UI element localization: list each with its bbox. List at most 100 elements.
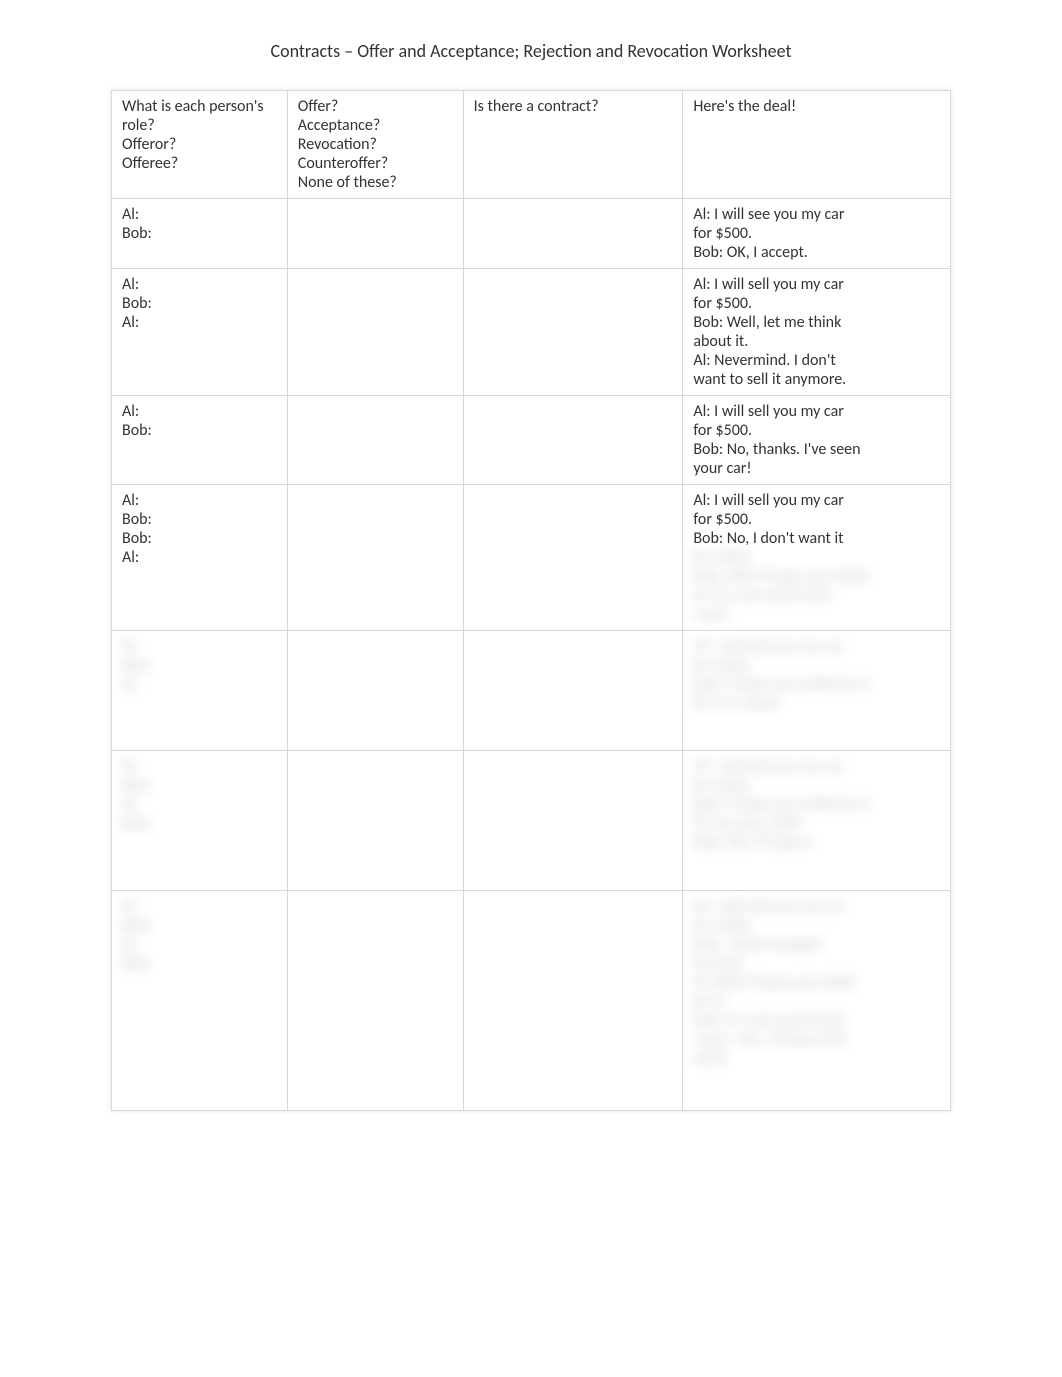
cell-text: Al: I will sell you my car: [693, 402, 940, 421]
obscured-text: Al: It's a deal!: [693, 694, 940, 713]
obscured-text: Al:: [122, 935, 277, 954]
table-row: Al: Bob: Bob: Al: Al: I will sell you my…: [112, 485, 951, 631]
header-role: What is each person's role? Offeror? Off…: [112, 91, 288, 199]
cell-text: about it.: [693, 332, 940, 351]
deal-cell: Al: I will see you my car for $500. Bob:…: [683, 199, 951, 269]
cell-text: for $500.: [693, 510, 940, 529]
deal-cell: Al: I will sell you my car for $500. Bob…: [683, 269, 951, 396]
obscured-text: Bob:: [122, 776, 277, 795]
header-text: Offer?: [298, 97, 453, 116]
obscured-text: Bob:: [122, 814, 277, 833]
table-row: Al: Bob: Al: Bob: Al: I will sell you my…: [112, 891, 951, 1111]
type-cell: [287, 485, 463, 631]
role-cell: Al: Bob: Al:: [112, 269, 288, 396]
header-text: Acceptance?: [298, 116, 453, 135]
obscured-text: Bob: I'll give you $400 for it: [693, 675, 940, 694]
contract-cell: [463, 199, 683, 269]
deal-cell: Al: I will sell you my car for $500. Bob…: [683, 485, 951, 631]
obscured-text: for that: [693, 954, 940, 973]
obscured-text: Al:: [122, 897, 277, 916]
cell-text: Bob:: [122, 510, 277, 529]
obscured-text: Al:: [122, 795, 277, 814]
cell-text: Al: I will sell you my car: [693, 275, 940, 294]
cell-text: Bob: No, I don't want it: [693, 529, 940, 548]
obscured-text: Al:: [122, 757, 277, 776]
contract-cell: [463, 485, 683, 631]
obscured-text: Al:: [122, 637, 277, 656]
header-contract: Is there a contract?: [463, 91, 683, 199]
cell-text: Bob: Well, let me think: [693, 313, 940, 332]
type-cell: [287, 396, 463, 485]
cell-text: Al: I will sell you my car: [693, 491, 940, 510]
header-text: Offeror?: [122, 135, 277, 154]
obscured-text: for it: [693, 992, 940, 1011]
cell-text: want to sell it anymore.: [693, 370, 940, 389]
obscured-text: for $500.: [693, 656, 940, 675]
type-cell: [287, 751, 463, 891]
contract-cell: [463, 396, 683, 485]
type-cell: [287, 631, 463, 751]
cell-text: for $500.: [693, 421, 940, 440]
table-header-row: What is each person's role? Offeror? Off…: [112, 91, 951, 199]
table-row: Al: Bob: Al: Al: I will sell you my car …: [112, 269, 951, 396]
obscured-text: for $500.: [693, 776, 940, 795]
role-cell: Al: Bob: Al: Bob:: [112, 751, 288, 891]
table-row: Al: Bob: Al: Bob: Al: I will sell you my…: [112, 751, 951, 891]
contract-cell: [463, 631, 683, 751]
role-cell: Al: Bob: Al: Bob:: [112, 891, 288, 1111]
type-cell: [287, 891, 463, 1111]
cell-text: your car!: [693, 459, 940, 478]
obscured-text: Bob: I'll give you $400 for it: [693, 795, 940, 814]
obscured-text: Bob:: [122, 916, 277, 935]
table-row: Al: Bob: Al: I will sell you my car for …: [112, 396, 951, 485]
cell-text: Bob:: [122, 529, 277, 548]
header-deal: Here's the deal!: [683, 91, 951, 199]
header-text: Counteroffer?: [298, 154, 453, 173]
obscured-text: Al: I will sell you my car: [693, 757, 940, 776]
obscured-text: Bob:: [122, 656, 277, 675]
deal-cell: Al: I will sell you my car for $500. Bob…: [683, 751, 951, 891]
obscured-text: Bob: It's not worth that: [693, 1011, 940, 1030]
cell-text: Al: I will see you my car: [693, 205, 940, 224]
contract-cell: [463, 269, 683, 396]
cell-text: Al:: [122, 205, 277, 224]
obscured-text: for $500.: [693, 548, 940, 567]
cell-text: Al:: [122, 402, 277, 421]
obscured-text: Al: No way, $500: [693, 814, 940, 833]
obscured-text: $500: [693, 1049, 940, 1068]
header-type: Offer? Acceptance? Revocation? Counterof…: [287, 91, 463, 199]
cell-text: Bob:: [122, 421, 277, 440]
header-text: Offeree?: [122, 154, 277, 173]
contract-cell: [463, 891, 683, 1111]
obscured-text: Bob: Well I'll give you $400: [693, 567, 940, 586]
cell-text: Al:: [122, 491, 277, 510]
obscured-text: Al: I will sell you my car: [693, 897, 940, 916]
cell-text: for $500.: [693, 224, 940, 243]
deal-cell: Al: I will sell you my car for $500. Bob…: [683, 396, 951, 485]
obscured-text: Al: I will sell you my car: [693, 637, 940, 656]
header-text: None of these?: [298, 173, 453, 192]
obscured-text: much. Hm, I'll take it for: [693, 1030, 940, 1049]
obscured-text: Bob: I didn't budget: [693, 935, 940, 954]
type-cell: [287, 269, 463, 396]
cell-text: Al: Nevermind. I don't: [693, 351, 940, 370]
header-text: role?: [122, 116, 277, 135]
obscured-text: Al: It's not worth that: [693, 586, 940, 605]
contract-cell: [463, 751, 683, 891]
role-cell: Al: Bob: Bob: Al:: [112, 485, 288, 631]
cell-text: Al:: [122, 275, 277, 294]
cell-text: Bob:: [122, 294, 277, 313]
role-cell: Al: Bob:: [112, 199, 288, 269]
cell-text: for $500.: [693, 294, 940, 313]
cell-text: Al:: [122, 548, 277, 567]
type-cell: [287, 199, 463, 269]
deal-cell: Al: I will sell you my car for $500. Bob…: [683, 631, 951, 751]
role-cell: Al: Bob:: [112, 396, 288, 485]
deal-cell: Al: I will sell you my car for $500. Bob…: [683, 891, 951, 1111]
cell-text: Bob: OK, I accept.: [693, 243, 940, 262]
header-text: Revocation?: [298, 135, 453, 154]
table-row: Al: Bob: Al: I will see you my car for $…: [112, 199, 951, 269]
obscured-text: for $500.: [693, 916, 940, 935]
obscured-text: Al:: [122, 675, 277, 694]
obscured-text: Bob: OK, I'll take it: [693, 833, 940, 852]
